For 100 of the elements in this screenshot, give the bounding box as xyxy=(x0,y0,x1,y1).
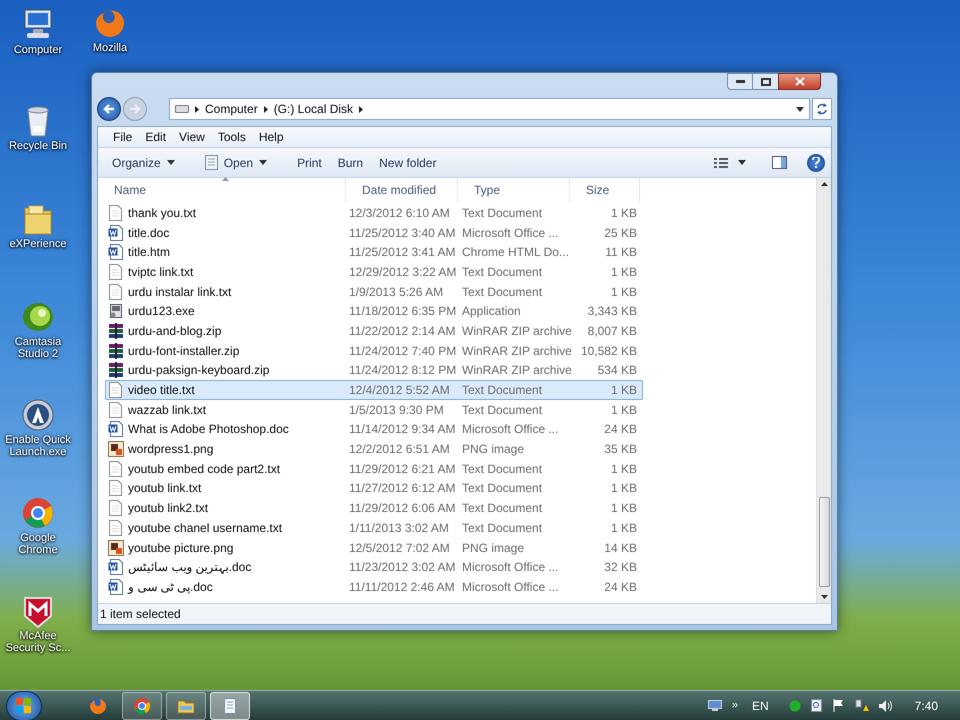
type-cell-text: PNG image xyxy=(461,540,526,557)
file-row[interactable]: thank you.txt 12/3/2012 6:10 AM Text Document 1 KB xyxy=(105,203,643,223)
help-icon xyxy=(812,157,820,168)
menu-item[interactable]: Edit xyxy=(140,128,172,146)
taskbar-button[interactable] xyxy=(210,692,250,720)
file-row[interactable]: urdu-and-blog.zip 11/22/2012 2:14 AM WinRAR ZIP archive 8,007 KB xyxy=(105,321,643,341)
taskbar-button[interactable] xyxy=(166,692,206,720)
address-bar[interactable]: Computer (G:) Local Disk xyxy=(169,98,810,120)
orb-icon[interactable] xyxy=(788,700,801,712)
type-cell-text: Text Document xyxy=(461,284,544,301)
toolbar-button[interactable]: Burn xyxy=(332,152,370,174)
file-row[interactable]: What is Adobe Photoshop.doc 11/14/2012 9:34 AM Microsoft Office ... 24 KB xyxy=(105,420,643,440)
minimize-icon xyxy=(736,80,744,83)
size-cell-text: 1 KB xyxy=(610,204,637,222)
type-cell-text: Text Document xyxy=(461,460,544,478)
windows-logo-icon xyxy=(16,698,32,714)
size-cell-text: 3,343 KB xyxy=(586,303,637,320)
breadcrumb-arrow-icon[interactable] xyxy=(264,106,268,112)
stacked-books-icon xyxy=(108,322,124,339)
file-row[interactable]: urdu instalar link.txt 1/9/2013 5:26 AM Text Document 1 KB xyxy=(105,282,643,302)
preview-pane-icon xyxy=(772,156,787,169)
help-button[interactable] xyxy=(807,154,825,172)
chrome-logo-icon xyxy=(133,696,151,714)
minimize-button[interactable] xyxy=(727,73,753,90)
size-cell-text: 1 KB xyxy=(610,284,637,301)
maximize-button[interactable] xyxy=(753,73,778,90)
file-row[interactable]: title.doc 11/25/2012 3:40 AM Microsoft Office ... 25 KB xyxy=(105,222,643,242)
close-button[interactable] xyxy=(778,73,821,90)
dropdown-caret-icon[interactable] xyxy=(796,106,804,112)
column-header[interactable]: Name xyxy=(98,178,346,202)
text-file-icon xyxy=(108,402,124,418)
show-hidden-icons-button[interactable]: » xyxy=(732,697,738,714)
type-cell-text: WinRAR ZIP archive xyxy=(461,362,573,380)
breadcrumb-arrow-icon[interactable] xyxy=(195,106,199,112)
file-row[interactable]: youtub embed code part2.txt 11/29/2012 6:21 AM Text Document 1 KB xyxy=(105,458,643,479)
column-header[interactable]: Type xyxy=(458,178,570,202)
monitor-icon[interactable] xyxy=(708,700,722,712)
size-cell-text: 534 KB xyxy=(596,362,637,380)
clock[interactable]: 7:40 xyxy=(914,696,938,714)
back-arrow-icon xyxy=(103,104,115,114)
file-row[interactable]: youtub link2.txt 11/29/2012 6:06 AM Text Document 1 KB xyxy=(105,498,643,518)
word-document-icon xyxy=(108,578,124,595)
menu-item[interactable]: View xyxy=(174,128,210,146)
file-row[interactable]: youtube picture.png 12/5/2012 7:02 AM PNG image 14 KB xyxy=(105,538,643,558)
file-row[interactable]: wordpress1.png 12/2/2012 6:51 AM PNG image 35 KB xyxy=(105,439,643,459)
file-row[interactable]: urdu-font-installer.zip 11/24/2012 7:40 PM WinRAR ZIP archive 10,582 KB xyxy=(105,340,643,360)
magnifier-page-icon[interactable] xyxy=(810,699,823,712)
desktop-shortcut[interactable]: Recycle Bin xyxy=(0,104,76,152)
size-cell-text: 1 KB xyxy=(610,480,637,498)
menu-item[interactable]: Help xyxy=(254,128,289,146)
date-cell-text: 11/11/2012 2:46 AM xyxy=(348,578,456,596)
date-cell-text: 12/4/2012 5:52 AM xyxy=(348,382,451,400)
menu-item[interactable]: Tools xyxy=(212,128,251,146)
desktop-shortcut[interactable]: eXPerience xyxy=(0,202,76,250)
speaker-icon[interactable] xyxy=(878,700,893,712)
language-indicator[interactable]: EN xyxy=(752,696,769,714)
breadcrumb[interactable]: Computer xyxy=(205,100,258,118)
scroll-down-icon[interactable] xyxy=(820,595,828,599)
file-row[interactable]: youtube chanel username.txt 1/11/2013 3:02 AM Text Document 1 KB xyxy=(105,518,643,538)
column-header[interactable]: Date modified xyxy=(346,178,458,202)
file-row[interactable]: title.htm 11/25/2012 3:41 AM Chrome HTML Do... 11 KB xyxy=(105,242,643,262)
file-row[interactable]: video title.txt 12/4/2012 5:52 AM Text Document 1 KB xyxy=(105,380,643,400)
scrollbar[interactable] xyxy=(816,178,831,603)
text-file-icon xyxy=(108,480,124,496)
menu-item[interactable]: File xyxy=(108,128,138,146)
file-name: urdu-paksign-keyboard.zip xyxy=(128,362,270,380)
file-row[interactable]: youtub link.txt 11/27/2012 6:12 AM Text Document 1 KB xyxy=(105,478,643,498)
date-cell-text: 11/24/2012 8:12 PM xyxy=(348,362,458,380)
scroll-up-icon[interactable] xyxy=(820,182,828,186)
type-cell-text: Microsoft Office ... xyxy=(461,559,560,576)
column-header[interactable]: Size xyxy=(570,178,640,202)
text-file-icon xyxy=(108,204,124,221)
type-cell-text: Text Document xyxy=(461,480,544,498)
date-cell-text: 11/25/2012 3:40 AM xyxy=(348,224,457,242)
flag-icon[interactable] xyxy=(832,699,845,712)
date-cell-text: 11/27/2012 6:12 AM xyxy=(348,480,457,498)
scroll-thumb[interactable] xyxy=(818,497,830,587)
date-cell-text: 11/25/2012 3:41 AM xyxy=(348,244,457,262)
type-cell-text: Chrome HTML Do... xyxy=(461,244,570,262)
file-name: youtub link2.txt xyxy=(128,500,208,518)
toolbar-button[interactable]: Print xyxy=(291,152,328,174)
text-file-icon xyxy=(108,520,124,536)
date-cell-text: 12/5/2012 7:02 AM xyxy=(348,540,451,557)
file-name: پی ٹی سی و.doc xyxy=(128,578,213,596)
toolbar-button[interactable]: New folder xyxy=(373,152,442,174)
file-row[interactable]: wazzab link.txt 1/5/2013 9:30 PM Text Document 1 KB xyxy=(105,400,643,420)
breadcrumb[interactable]: (G:) Local Disk xyxy=(274,100,354,118)
open-button[interactable]: Open xyxy=(198,152,274,174)
file-name: youtub embed code part2.txt xyxy=(128,460,280,478)
start-button[interactable] xyxy=(6,690,42,720)
network-warning-icon[interactable] xyxy=(854,699,869,712)
organize-button[interactable]: Organize xyxy=(106,152,181,174)
file-row[interactable]: urdu123.exe 11/18/2012 6:35 PM Application 3,343 KB xyxy=(105,301,643,322)
back-button[interactable] xyxy=(97,97,121,121)
file-row[interactable]: tviptc link.txt 12/29/2012 3:22 AM Text Document 1 KB xyxy=(105,262,643,282)
refresh-button[interactable] xyxy=(812,98,832,120)
breadcrumb-arrow-icon[interactable] xyxy=(359,106,364,112)
taskbar-button[interactable] xyxy=(122,692,162,720)
file-row[interactable]: urdu-paksign-keyboard.zip 11/24/2012 8:12 PM WinRAR ZIP archive 534 KB xyxy=(105,360,643,380)
stacked-books-icon xyxy=(108,342,124,359)
